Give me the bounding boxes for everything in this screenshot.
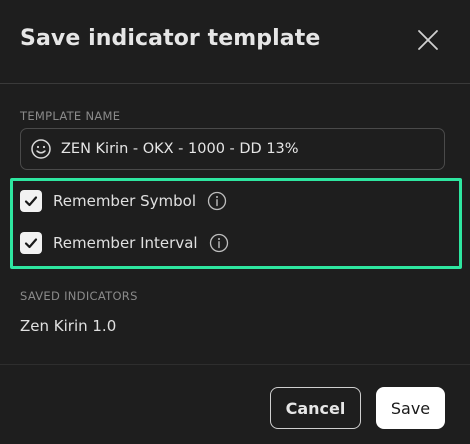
dialog-title: Save indicator template: [20, 26, 321, 51]
smiley-icon[interactable]: [30, 138, 52, 160]
checkmark-icon: [24, 238, 38, 249]
saved-indicator-item[interactable]: Zen Kirin 1.0: [20, 317, 116, 335]
remember-symbol-option[interactable]: Remember Symbol: [20, 189, 227, 213]
remember-interval-checkbox[interactable]: [20, 232, 42, 254]
info-icon[interactable]: [207, 191, 227, 211]
remember-interval-label: Remember Interval: [53, 234, 198, 252]
cancel-button[interactable]: Cancel: [270, 387, 361, 429]
dialog-header: Save indicator template: [0, 0, 470, 84]
remember-interval-option[interactable]: Remember Interval: [20, 231, 229, 255]
template-name-input[interactable]: ZEN Kirin - OKX - 1000 - DD 13%: [20, 128, 445, 170]
remember-symbol-checkbox[interactable]: [20, 190, 42, 212]
close-button[interactable]: [410, 22, 446, 58]
close-icon: [418, 30, 438, 50]
footer-divider: [0, 364, 470, 365]
checkmark-icon: [24, 196, 38, 207]
save-button[interactable]: Save: [376, 387, 445, 429]
template-name-label: TEMPLATE NAME: [20, 109, 121, 123]
remember-symbol-label: Remember Symbol: [53, 192, 196, 210]
template-name-value: ZEN Kirin - OKX - 1000 - DD 13%: [61, 141, 299, 157]
saved-indicators-label: SAVED INDICATORS: [20, 289, 138, 303]
info-icon[interactable]: [209, 233, 229, 253]
save-template-dialog: Save indicator template TEMPLATE NAME ZE…: [0, 0, 470, 444]
